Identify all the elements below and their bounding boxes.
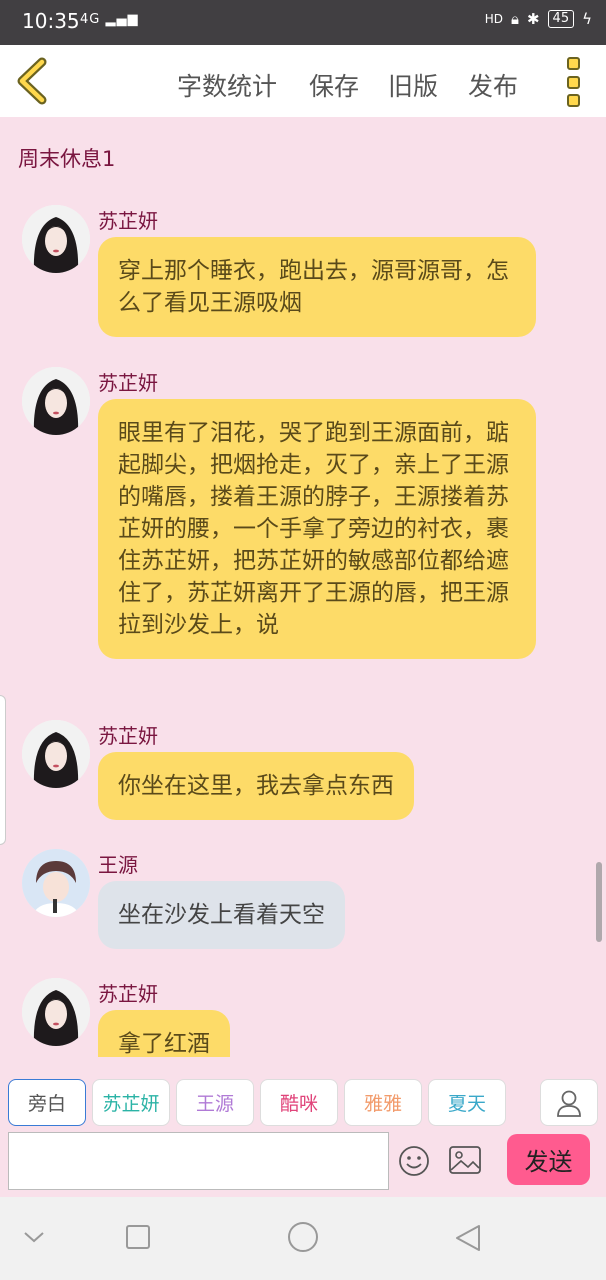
recent-apps-icon[interactable] (124, 1223, 152, 1251)
side-drawer-handle[interactable] (0, 695, 6, 845)
message-bubble[interactable]: 眼里有了泪花，哭了跑到王源面前，踮起脚尖，把烟抢走，灭了，亲上了王源的嘴唇，搂着… (98, 399, 536, 659)
avatar[interactable] (22, 978, 90, 1046)
role-button-xiatian[interactable]: 夏天 (428, 1079, 506, 1126)
word-count-button[interactable]: 字数统计 (177, 67, 277, 103)
message-bubble[interactable]: 坐在沙发上看着天空 (98, 881, 345, 949)
signal-bars-icon: ▂▄▆ (105, 12, 139, 27)
bluetooth-icon: ✱ (526, 10, 540, 28)
avatar[interactable] (22, 720, 90, 788)
status-bar: 10:35 4G ▂▄▆ HD 🔒︎ ✱ 45 ϟ (0, 0, 606, 45)
avatar[interactable] (22, 205, 90, 273)
role-button-narrator[interactable]: 旁白 (8, 1079, 86, 1126)
network-type: 4G (80, 12, 101, 27)
chevron-down-icon[interactable] (22, 1229, 46, 1245)
avatar[interactable] (22, 849, 90, 917)
menu-dot-icon (566, 75, 580, 89)
status-right: HD 🔒︎ ✱ 45 ϟ (485, 10, 592, 28)
more-menu-button[interactable] (560, 57, 586, 107)
image-icon (449, 1146, 481, 1174)
scrollbar-thumb[interactable] (596, 862, 602, 942)
add-character-button[interactable] (540, 1079, 598, 1126)
message-sender: 苏芷妍 (98, 371, 158, 395)
message-input[interactable] (8, 1132, 389, 1190)
female-avatar-icon (22, 205, 90, 273)
role-button-kumi[interactable]: 酷咪 (260, 1079, 338, 1126)
chat-title: 周末休息1 (18, 147, 116, 171)
female-avatar-icon (22, 978, 90, 1046)
chevron-left-icon (17, 57, 47, 105)
message-sender: 苏芷妍 (98, 982, 158, 1006)
publish-button[interactable]: 发布 (468, 67, 518, 103)
message-sender: 苏芷妍 (98, 724, 158, 748)
male-avatar-icon (22, 849, 90, 917)
role-button-yaya[interactable]: 雅雅 (344, 1079, 422, 1126)
message-sender: 王源 (98, 853, 138, 877)
message-sender: 苏芷妍 (98, 209, 158, 233)
female-avatar-icon (22, 367, 90, 435)
role-button-wang-yuan[interactable]: 王源 (176, 1079, 254, 1126)
charging-icon: ϟ (582, 10, 592, 28)
wifi-hd-label: HD (484, 12, 503, 26)
message-bubble[interactable]: 穿上那个睡衣，跑出去，源哥源哥，怎么了看见王源吸烟 (98, 237, 536, 337)
system-nav-bar (0, 1197, 606, 1280)
message-bubble[interactable]: 拿了红酒 (98, 1010, 230, 1057)
menu-dot-icon (566, 57, 580, 70)
signal-indicator: 4G ▂▄▆ (80, 12, 139, 27)
old-version-button[interactable]: 旧版 (388, 67, 438, 103)
emoji-button[interactable] (398, 1145, 430, 1177)
lock-icon: 🔒︎ (510, 10, 519, 28)
smiley-icon (399, 1146, 429, 1176)
back-triangle-icon[interactable] (454, 1223, 482, 1253)
female-avatar-icon (22, 720, 90, 788)
menu-dot-icon (566, 94, 580, 107)
top-toolbar: 字数统计 保存 旧版 发布 (0, 45, 606, 117)
status-time: 10:35 (22, 9, 80, 33)
image-button[interactable] (448, 1145, 482, 1175)
save-button[interactable]: 保存 (309, 67, 359, 103)
home-icon[interactable] (287, 1221, 319, 1253)
role-selector: 旁白 苏芷妍 王源 酷咪 雅雅 夏天 (8, 1079, 506, 1126)
role-button-su-zhiyan[interactable]: 苏芷妍 (92, 1079, 170, 1126)
person-icon (557, 1090, 581, 1117)
message-bubble[interactable]: 你坐在这里，我去拿点东西 (98, 752, 414, 820)
send-button[interactable]: 发送 (507, 1134, 590, 1185)
avatar[interactable] (22, 367, 90, 435)
back-button[interactable] (14, 57, 54, 105)
composer-panel: 旁白 苏芷妍 王源 酷咪 雅雅 夏天 发送 (0, 1057, 606, 1197)
battery-level: 45 (547, 10, 575, 28)
chat-area[interactable]: 周末休息1 苏芷妍 穿上那个睡衣，跑出去，源哥源哥，怎么了看见王源吸烟 苏芷妍 … (0, 117, 606, 1057)
